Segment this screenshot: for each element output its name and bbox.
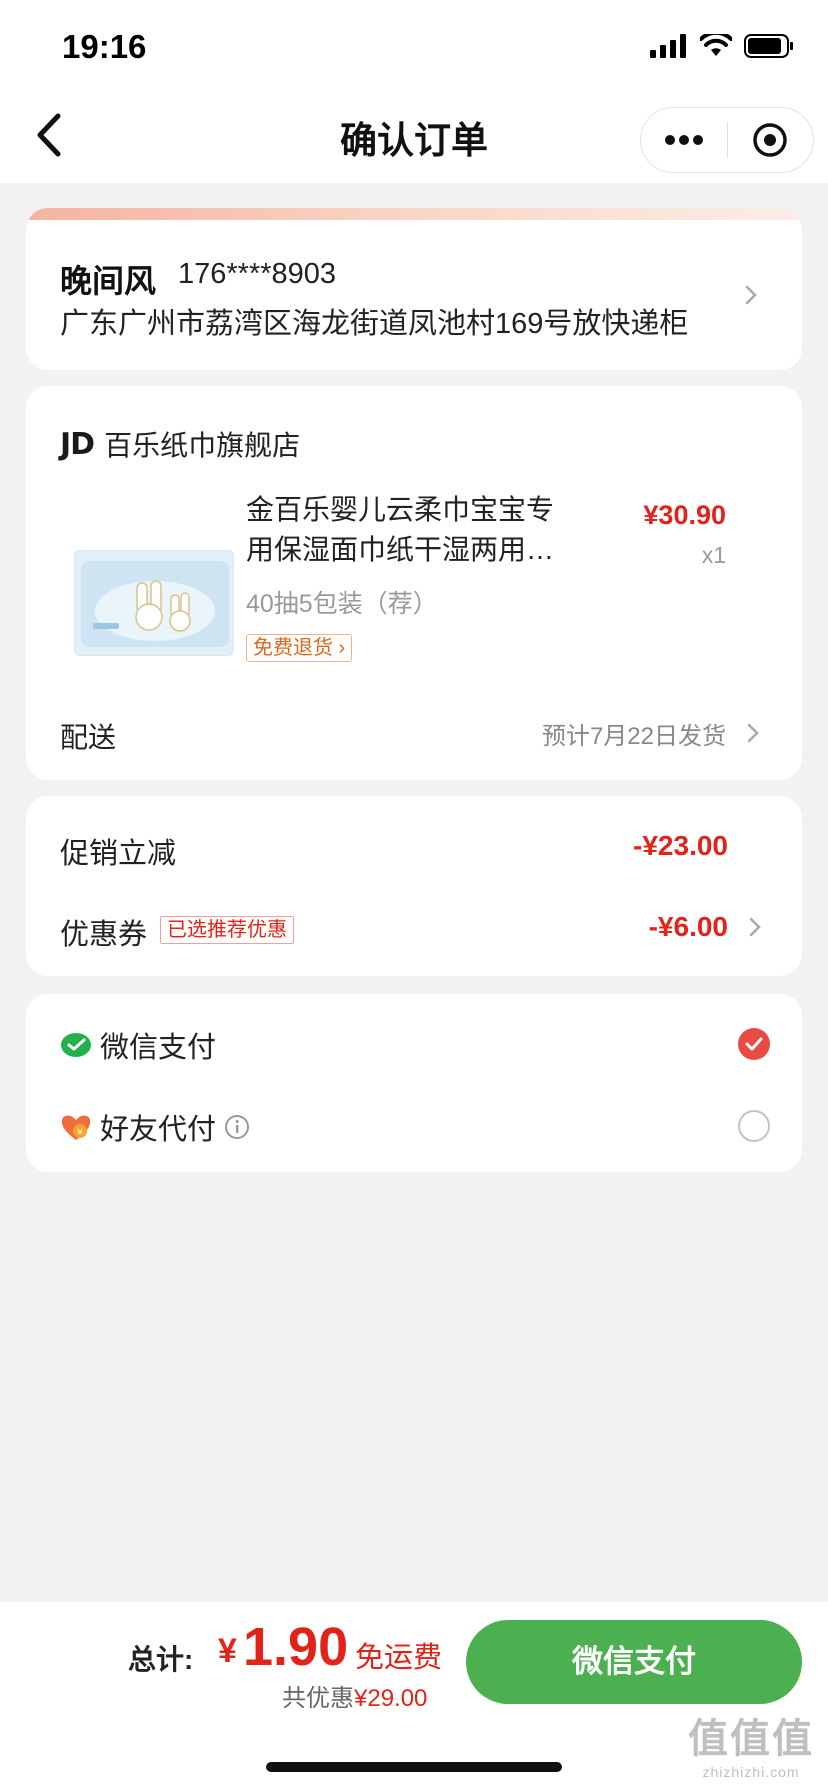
total-saved: 共优惠¥29.00 bbox=[282, 1678, 427, 1713]
top-bar: 19:16 确认订单 bbox=[0, 0, 828, 183]
product-title[interactable]: 金百乐婴儿云柔巾宝宝专用保湿面巾纸干湿两用… bbox=[246, 490, 576, 570]
payment-wechat-label: 微信支付 bbox=[100, 1032, 217, 1064]
address-detail: 广东广州市荔湾区海龙街道凤池村169号放快递柜 bbox=[60, 308, 689, 340]
payment-method-card: 微信支付 ¥ 好友代付 bbox=[26, 994, 802, 1172]
product-package-image bbox=[75, 551, 233, 655]
store-row[interactable]: JD 百乐纸巾旗舰店 bbox=[60, 424, 300, 464]
watermark-url: zhizhizhi.com bbox=[702, 1764, 800, 1780]
product-quantity: x1 bbox=[701, 542, 726, 568]
chevron-right-icon[interactable] bbox=[746, 722, 760, 744]
free-return-badge[interactable]: 免费退货 › bbox=[246, 634, 353, 662]
product-price: ¥30.90 bbox=[643, 500, 726, 530]
total-label: 总计: bbox=[128, 1644, 194, 1675]
status-icons bbox=[650, 34, 794, 58]
more-button[interactable] bbox=[641, 108, 727, 172]
battery-icon bbox=[744, 34, 793, 58]
promotion-card: 促销立减 -¥23.00 优惠券 已选推荐优惠 -¥6.00 bbox=[26, 796, 802, 976]
target-close-icon bbox=[753, 123, 787, 157]
wifi-icon bbox=[700, 34, 732, 56]
promotion-discount-label: 促销立减 bbox=[60, 838, 177, 870]
receiver-phone: 176****8903 bbox=[178, 258, 337, 290]
coupon-recommended-tag: 已选推荐优惠 bbox=[160, 916, 294, 944]
wechat-pay-radio-checked[interactable] bbox=[738, 1028, 770, 1060]
home-indicator bbox=[266, 1762, 562, 1772]
store-name: 百乐纸巾旗舰店 bbox=[104, 430, 301, 461]
receiver-name: 晚间风 bbox=[60, 263, 157, 299]
checkmark-icon bbox=[745, 1037, 763, 1051]
total-amount: 1.90 bbox=[243, 1617, 349, 1677]
more-dots-icon bbox=[664, 135, 703, 145]
status-time: 19:16 bbox=[62, 28, 147, 65]
chevron-right-icon[interactable] bbox=[748, 916, 762, 938]
info-icon[interactable] bbox=[224, 1114, 250, 1140]
watermark-logo: 值值值 bbox=[688, 1717, 814, 1761]
product-card: JD 百乐纸巾旗舰店 金百乐婴儿云柔巾宝宝专用保湿面巾纸干湿两用… 40抽5包装… bbox=[26, 386, 802, 780]
saved-label: 共优惠 bbox=[282, 1685, 354, 1712]
saved-amount: ¥29.00 bbox=[354, 1685, 428, 1712]
payment-friend-label: 好友代付 bbox=[100, 1114, 217, 1146]
friend-pay-heart-icon: ¥ bbox=[61, 1115, 91, 1140]
product-spec: 40抽5包装（荐） bbox=[246, 590, 438, 618]
mini-program-capsule bbox=[640, 107, 814, 173]
delivery-estimate[interactable]: 预计7月22日发货 bbox=[542, 716, 726, 751]
jd-logo: JD bbox=[60, 426, 95, 462]
address-top-gradient bbox=[26, 208, 802, 220]
svg-text:¥: ¥ bbox=[77, 1128, 83, 1138]
watermark: 值值值 zhizhizhi.com bbox=[688, 1706, 814, 1780]
promotion-discount-value: -¥23.00 bbox=[633, 830, 728, 861]
signal-icon bbox=[650, 34, 686, 58]
wechat-pay-button[interactable]: 微信支付 bbox=[466, 1620, 802, 1704]
chevron-right-icon bbox=[745, 285, 757, 305]
total-currency: ¥ bbox=[218, 1632, 237, 1670]
friend-pay-radio-unchecked[interactable] bbox=[738, 1110, 770, 1142]
wechat-pay-icon bbox=[61, 1033, 91, 1057]
delivery-label: 配送 bbox=[60, 722, 117, 753]
coupon-label: 优惠券 bbox=[60, 919, 148, 951]
close-mini-program-button[interactable] bbox=[728, 108, 814, 172]
address-card[interactable]: 晚间风 176****8903 广东广州市荔湾区海龙街道凤池村169号放快递柜 bbox=[26, 208, 802, 370]
coupon-value[interactable]: -¥6.00 bbox=[649, 911, 728, 943]
shipping-free-label: 免运费 bbox=[355, 1642, 443, 1674]
payment-option-friend[interactable]: ¥ 好友代付 bbox=[60, 1106, 250, 1148]
payment-option-wechat[interactable]: 微信支付 bbox=[60, 1024, 216, 1066]
product-image[interactable] bbox=[74, 550, 234, 656]
